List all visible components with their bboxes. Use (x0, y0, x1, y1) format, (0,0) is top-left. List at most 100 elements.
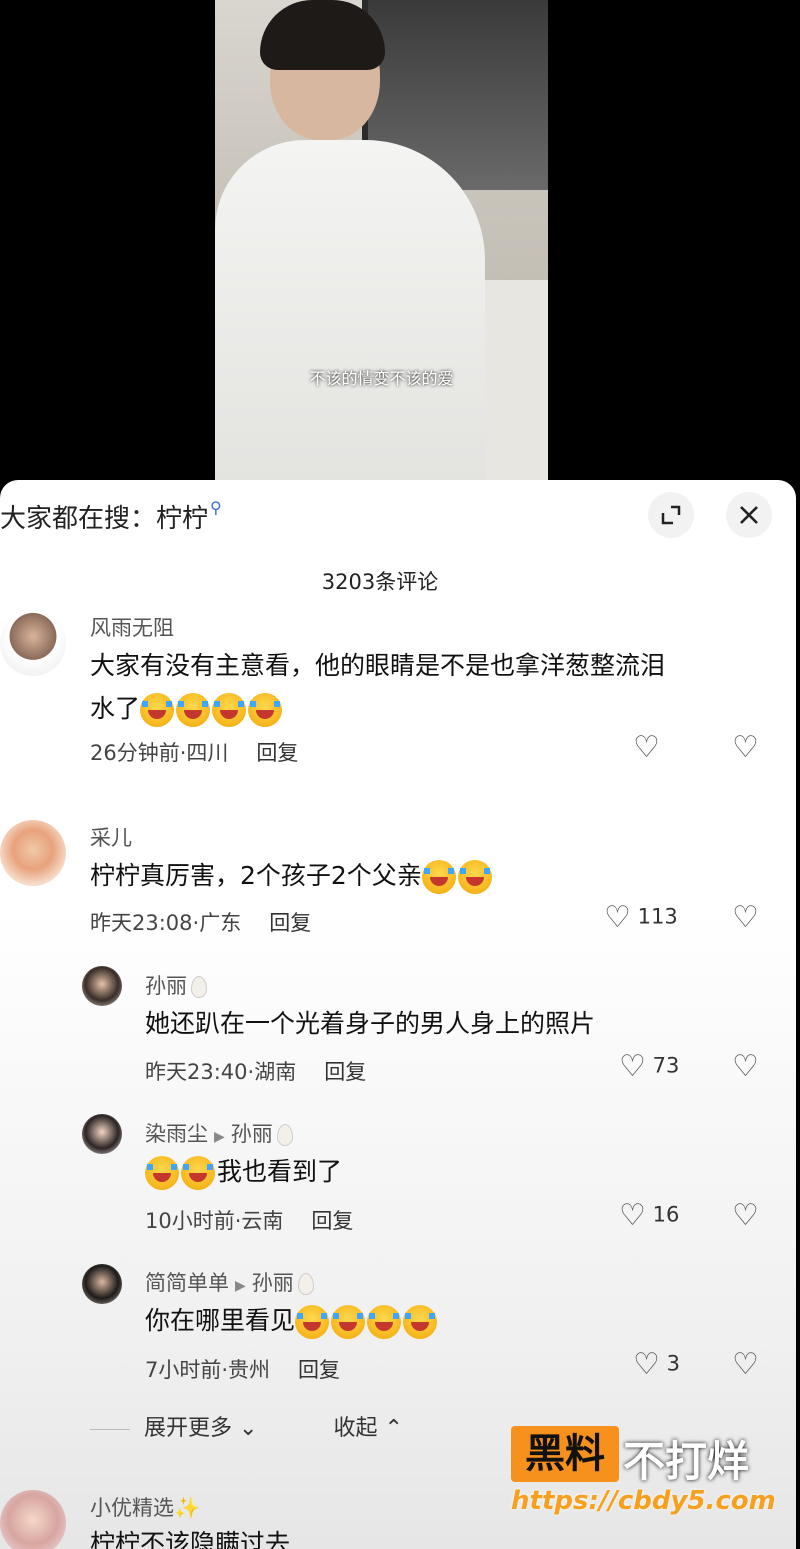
reply-meta: 昨天23:40·湖南 回复 (145, 1056, 366, 1086)
comment-time: 26分钟前·四川 (90, 741, 229, 765)
chevron-up-icon: ⌃ (384, 1416, 403, 1441)
video-player[interactable]: 不该的情变不该的爱 (0, 0, 800, 480)
watermark-url: https://cbdy5.com (511, 1486, 776, 1516)
laugh-cry-emoji-icon (212, 693, 247, 727)
avatar[interactable] (0, 1490, 66, 1549)
reply-author-name: 孙丽 (145, 974, 187, 998)
comment-text: 大家有没有主意看，他的眼睛是不是也拿洋葱整流泪 (90, 651, 666, 680)
avatar[interactable] (82, 1264, 122, 1304)
watermark: 黑料 不打烊 https://cbdy5.com (511, 1426, 776, 1526)
like-count: 3 (666, 1351, 680, 1376)
comment-panel: 大家都在搜：柠柠 ⚲ 3203条评论 风雨无阻 大家有没有主意看，他的眼睛是不是也… (0, 480, 796, 1549)
reply-time: 7小时前·贵州 (145, 1358, 271, 1382)
dislike-icon[interactable]: ♡ (732, 900, 759, 935)
avatar[interactable] (82, 966, 122, 1006)
expand-icon (661, 505, 681, 525)
sparkle-icon: ✨ (174, 1496, 201, 1520)
laugh-cry-emoji-icon (457, 860, 492, 894)
search-suggestion[interactable]: 大家都在搜：柠柠 ⚲ (0, 498, 222, 535)
like-count: 73 (652, 1053, 680, 1078)
reply-button[interactable]: 回复 (311, 1209, 353, 1233)
reply-text: 我也看到了 (217, 1157, 343, 1186)
dislike-icon[interactable]: ♡ (732, 1198, 759, 1233)
comment-meta: 26分钟前·四川 回复 (90, 737, 298, 767)
reply-target-name: 孙丽 (251, 1271, 294, 1295)
comment-count: 3203条评论 (321, 570, 439, 594)
reply-target-name: 孙丽 (230, 1122, 273, 1146)
expand-row: 展开更多 ⌄ 收起 ⌃ (90, 1410, 403, 1442)
reply-author[interactable]: 染雨尘 ▶ 孙丽 (145, 1118, 293, 1148)
comment-author[interactable]: 小优精选✨ (90, 1492, 200, 1522)
like-button[interactable]: ♡ (633, 730, 660, 765)
divider (90, 1428, 130, 1430)
comment-text-row: 柠柠真厉害，2个孩子2个父亲 (90, 854, 494, 897)
dislike-icon[interactable]: ♡ (732, 1049, 759, 1084)
comment-author[interactable]: 采儿 (90, 822, 132, 852)
laugh-cry-emoji-icon (403, 1305, 438, 1339)
reply-button[interactable]: 回复 (298, 1358, 340, 1382)
egg-badge-icon (191, 976, 207, 998)
like-count: 16 (652, 1202, 680, 1227)
reply-text: 你在哪里看见 (145, 1306, 296, 1335)
watermark-logo: 黑料 (511, 1426, 619, 1482)
reply-text-row: 你在哪里看见 (145, 1299, 439, 1342)
search-suggestion-label: 大家都在搜：柠柠 (0, 504, 209, 534)
laugh-cry-emoji-icon (181, 1156, 215, 1190)
watermark-text: 不打烊 (623, 1437, 750, 1486)
collapse-label: 收起 (333, 1416, 378, 1441)
chevron-down-icon: ⌄ (239, 1416, 258, 1441)
avatar[interactable] (82, 1114, 122, 1154)
comment-text-line2: 水了 (90, 694, 141, 723)
laugh-cry-emoji-icon (421, 860, 456, 894)
heart-icon: ♡ (633, 1347, 660, 1382)
search-icon: ⚲ (210, 498, 222, 517)
like-button[interactable]: ♡ 16 (619, 1198, 679, 1233)
reply-button[interactable]: 回复 (269, 911, 311, 935)
comment-author-name: 小优精选 (90, 1496, 174, 1520)
comment-time: 昨天23:08·广东 (90, 911, 242, 935)
expand-more-label: 展开更多 (144, 1416, 233, 1441)
video-frame: 不该的情变不该的爱 (215, 0, 548, 480)
comment-text-cont: 水了 (90, 687, 284, 730)
expand-button[interactable] (648, 492, 694, 538)
laugh-cry-emoji-icon (331, 1305, 366, 1339)
laugh-cry-emoji-icon (295, 1305, 330, 1339)
like-button[interactable]: ♡ 113 (604, 900, 678, 935)
like-button[interactable]: ♡ 73 (619, 1049, 679, 1084)
laugh-cry-emoji-icon (176, 693, 211, 727)
laugh-cry-emoji-icon (145, 1156, 179, 1190)
avatar[interactable] (0, 610, 66, 676)
comment-author[interactable]: 风雨无阻 (90, 612, 174, 642)
close-button[interactable] (726, 492, 772, 538)
heart-icon: ♡ (619, 1049, 646, 1084)
reply-author-name: 简简单单 (145, 1271, 229, 1295)
reply-meta: 10小时前·云南 回复 (145, 1205, 353, 1235)
reply-text: 她还趴在一个光着身子的男人身上的照片 (145, 1009, 596, 1038)
reply-author[interactable]: 简简单单 ▶ 孙丽 (145, 1267, 314, 1297)
comment-text: 柠柠不该隐瞒过去 (90, 1529, 291, 1549)
heart-icon: ♡ (604, 900, 631, 935)
dislike-icon[interactable]: ♡ (732, 1347, 759, 1382)
reply-arrow-icon: ▶ (235, 1278, 246, 1294)
reply-author[interactable]: 孙丽 (145, 970, 207, 1000)
heart-icon: ♡ (633, 730, 660, 765)
like-button[interactable]: ♡ 3 (633, 1347, 680, 1382)
expand-more-button[interactable]: 展开更多 ⌄ (144, 1416, 257, 1441)
laugh-cry-emoji-icon (248, 693, 283, 727)
heart-icon: ♡ (619, 1198, 646, 1233)
reply-button[interactable]: 回复 (324, 1060, 366, 1084)
reply-text-row: 我也看到了 (145, 1150, 342, 1193)
close-icon (740, 506, 758, 524)
egg-badge-icon (297, 1273, 314, 1295)
like-count: 113 (637, 904, 678, 929)
avatar[interactable] (0, 820, 66, 886)
comment-meta: 昨天23:08·广东 回复 (90, 907, 311, 937)
comment-text: 柠柠真厉害，2个孩子2个父亲 (90, 861, 422, 890)
reply-meta: 7小时前·贵州 回复 (145, 1354, 340, 1384)
person-body (215, 140, 485, 480)
dislike-icon[interactable]: ♡ (732, 730, 759, 765)
video-subtitle: 不该的情变不该的爱 (309, 369, 454, 388)
laugh-cry-emoji-icon (140, 693, 175, 727)
reply-button[interactable]: 回复 (256, 741, 298, 765)
collapse-button[interactable]: 收起 ⌃ (333, 1416, 402, 1441)
